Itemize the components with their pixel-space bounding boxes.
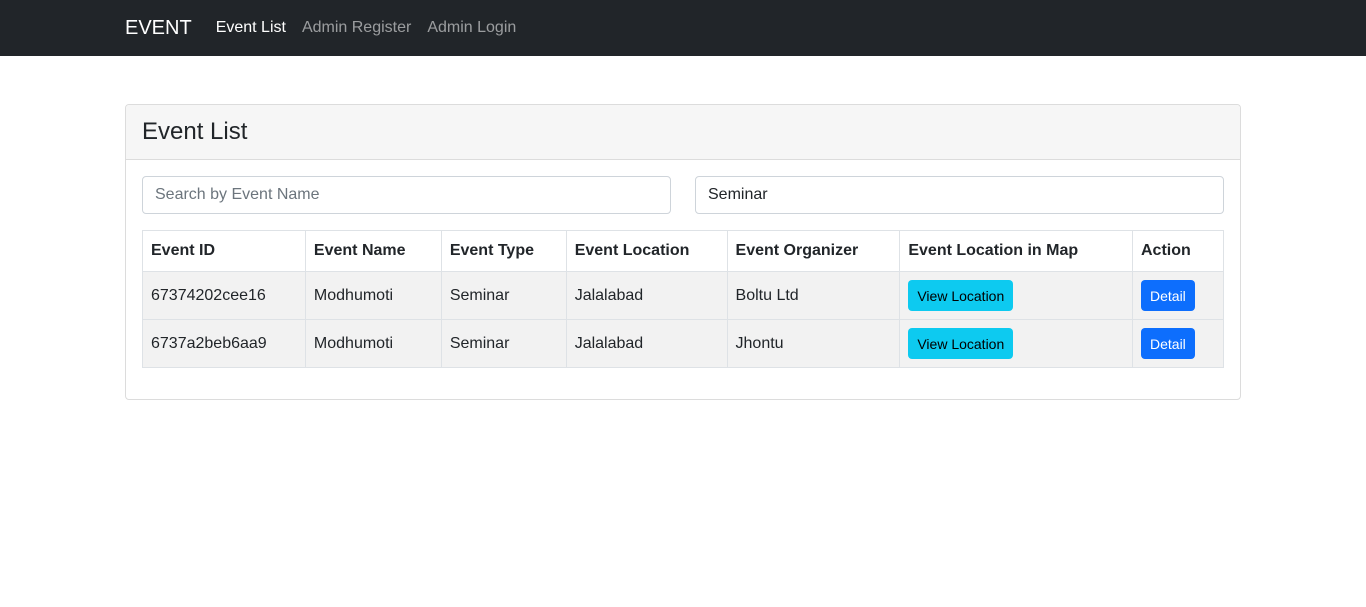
card-header: Event List (126, 105, 1240, 160)
cell-event-organizer: Jhontu (726, 319, 901, 368)
event-list-card: Event List Event ID Event Name Event Typ… (125, 104, 1241, 400)
view-location-button[interactable]: View Location (908, 280, 1014, 311)
col-header-event-organizer: Event Organizer (726, 230, 901, 272)
nav-admin-login[interactable]: Admin Login (427, 19, 516, 37)
cell-action: Detail (1132, 271, 1224, 320)
cell-event-location: Jalalabad (565, 319, 728, 368)
view-location-button[interactable]: View Location (908, 328, 1014, 359)
filters-row (142, 176, 1224, 214)
col-header-event-id: Event ID (142, 230, 306, 272)
cell-action: Detail (1132, 319, 1224, 368)
detail-button[interactable]: Detail (1141, 280, 1195, 311)
brand-logo[interactable]: EVENT (125, 17, 192, 40)
nav-event-list[interactable]: Event List (216, 19, 286, 37)
col-header-event-type: Event Type (440, 230, 567, 272)
search-input[interactable] (142, 176, 671, 214)
cell-event-type: Seminar (440, 271, 567, 320)
top-navbar: EVENT Event List Admin Register Admin Lo… (0, 0, 1366, 56)
cell-event-organizer: Boltu Ltd (726, 271, 901, 320)
table-row: 6737a2beb6aa9 Modhumoti Seminar Jalalaba… (142, 319, 1224, 368)
nav-admin-register[interactable]: Admin Register (302, 19, 411, 37)
event-type-filter-input[interactable] (695, 176, 1224, 214)
table-row: 67374202cee16 Modhumoti Seminar Jalalaba… (142, 271, 1224, 320)
col-header-event-location: Event Location (565, 230, 728, 272)
cell-event-name: Modhumoti (304, 271, 442, 320)
page-title: Event List (142, 118, 248, 145)
cell-event-id: 6737a2beb6aa9 (142, 319, 306, 368)
col-header-action: Action (1132, 230, 1224, 272)
events-table: Event ID Event Name Event Type Event Loc… (142, 230, 1224, 368)
col-header-event-location-map: Event Location in Map (899, 230, 1133, 272)
cell-map: View Location (899, 271, 1133, 320)
detail-button[interactable]: Detail (1141, 328, 1195, 359)
cell-event-id: 67374202cee16 (142, 271, 306, 320)
cell-event-location: Jalalabad (565, 271, 728, 320)
col-header-event-name: Event Name (304, 230, 442, 272)
table-header-row: Event ID Event Name Event Type Event Loc… (142, 230, 1224, 272)
cell-event-type: Seminar (440, 319, 567, 368)
cell-map: View Location (899, 319, 1133, 368)
cell-event-name: Modhumoti (304, 319, 442, 368)
card-body: Event ID Event Name Event Type Event Loc… (126, 160, 1240, 368)
